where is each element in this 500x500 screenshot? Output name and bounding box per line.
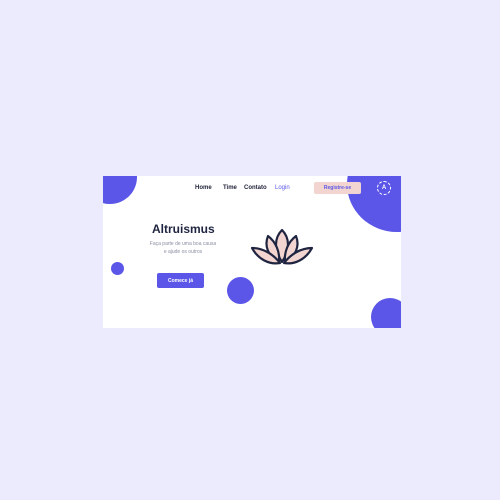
hero-subtitle-line-1: Faça parte de uma boa causa xyxy=(149,241,217,247)
landing-card: Home Time Contato Login Registre-se A Al… xyxy=(103,176,401,328)
nav-time-link[interactable]: Time xyxy=(223,185,237,191)
hero-subtitle: Faça parte de uma boa causa e ajude os o… xyxy=(140,240,226,256)
start-button[interactable]: Comece já xyxy=(157,273,204,288)
nav-home-link[interactable]: Home xyxy=(195,185,212,191)
nav-login-link[interactable]: Login xyxy=(275,185,290,191)
lotus-icon xyxy=(250,228,314,265)
hero-title: Altruismus xyxy=(152,222,215,236)
hero-subtitle-line-2: e ajude os outros xyxy=(163,249,203,255)
decorative-blob-bottom-right xyxy=(371,298,401,328)
register-button[interactable]: Registre-se xyxy=(314,182,361,194)
nav-contato-link[interactable]: Contato xyxy=(244,185,267,191)
decorative-dot-left xyxy=(111,262,124,275)
language-badge-icon[interactable]: A xyxy=(377,181,391,195)
decorative-dot-middle xyxy=(227,277,254,304)
